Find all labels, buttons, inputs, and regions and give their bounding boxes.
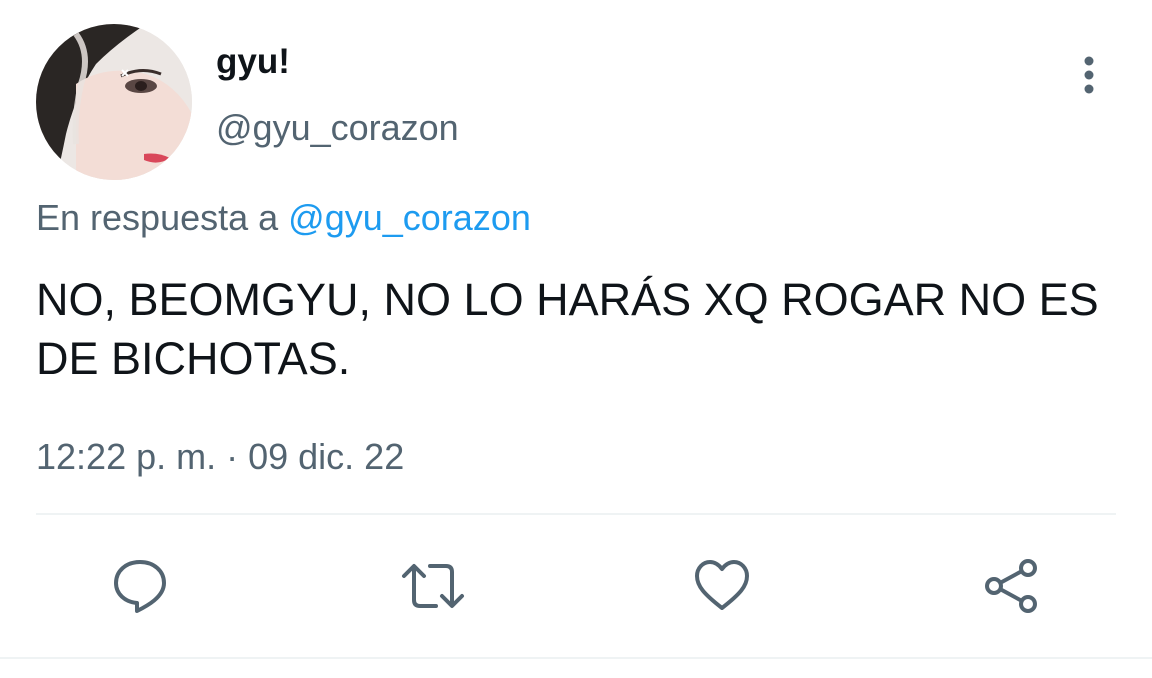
divider	[0, 657, 1152, 659]
share-button[interactable]	[982, 556, 1042, 616]
reply-context: En respuesta a @gyu_corazon	[36, 196, 531, 240]
tweet-detail: gyu! @gyu_corazon En respuesta a @gyu_co…	[0, 0, 1152, 678]
author-handle[interactable]: @gyu_corazon	[216, 106, 459, 150]
reply-context-prefix: En respuesta a	[36, 197, 279, 238]
reply-context-mention[interactable]: @gyu_corazon	[288, 197, 531, 238]
tweet-text: NO, BEOMGYU, NO LO HARÁS XQ ROGAR NO ES …	[36, 274, 1099, 384]
avatar-photo	[36, 24, 192, 180]
reply-button[interactable]	[110, 556, 170, 616]
tweet-timestamp[interactable]: 12:22 p. m. · 09 dic. 22	[36, 434, 404, 480]
author-display-name[interactable]: gyu!	[216, 40, 290, 84]
retweet-arrows-icon	[402, 564, 464, 608]
divider	[36, 513, 1116, 515]
speech-bubble-icon	[114, 560, 166, 613]
like-button[interactable]	[692, 556, 752, 616]
more-options-button[interactable]	[1066, 52, 1112, 98]
share-nodes-icon	[985, 559, 1037, 613]
more-vertical-icon	[1084, 56, 1094, 94]
avatar[interactable]	[36, 24, 192, 180]
retweet-button[interactable]	[400, 556, 464, 616]
heart-icon	[695, 560, 749, 610]
